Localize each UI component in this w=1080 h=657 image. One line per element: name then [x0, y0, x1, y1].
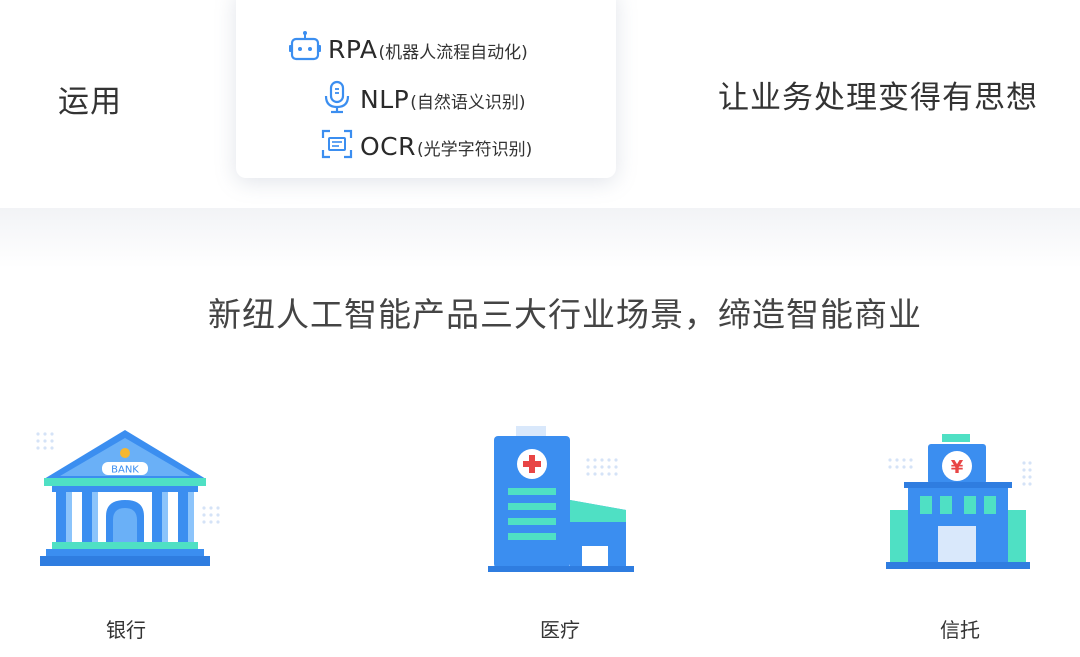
- section-headline: 新纽人工智能产品三大行业场景，缔造智能商业: [208, 295, 922, 334]
- robot-icon: [289, 31, 321, 61]
- industry-trust[interactable]: ¥: [880, 428, 1040, 573]
- trust-sign: ¥: [951, 457, 964, 478]
- industry-label-hospital: 医疗: [540, 618, 580, 642]
- microphone-icon: [324, 80, 350, 114]
- tech-code: OCR: [360, 132, 417, 161]
- tech-code: RPA: [328, 35, 378, 64]
- tech-code: NLP: [360, 85, 410, 114]
- bank-sign: BANK: [111, 465, 139, 476]
- industry-bank[interactable]: BANK: [32, 424, 227, 574]
- industry-label-trust: 信托: [940, 618, 980, 642]
- tech-desc: (自然语义识别): [410, 93, 526, 113]
- section-divider: [0, 208, 1080, 268]
- intro-section: 运用 RPA (机器人流程自动化) NLP (自然语义识别) OCR (光学字符…: [0, 0, 1080, 208]
- tech-item-nlp: NLP (自然语义识别): [320, 80, 525, 114]
- tech-item-ocr: OCR (光学字符识别): [320, 127, 532, 161]
- intro-left-text: 运用: [58, 84, 122, 120]
- bank-icon: BANK: [36, 430, 220, 566]
- hospital-icon: [488, 426, 634, 572]
- intro-right-text: 让业务处理变得有思想: [718, 80, 1038, 116]
- industry-hospital[interactable]: [480, 424, 650, 574]
- industry-label-bank: 银行: [106, 618, 146, 642]
- trust-icon: ¥: [886, 434, 1032, 569]
- tech-item-rpa: RPA (机器人流程自动化): [288, 30, 528, 64]
- tech-desc: (光学字符识别): [417, 140, 533, 160]
- scan-icon: [321, 129, 353, 159]
- tech-desc: (机器人流程自动化): [378, 43, 528, 63]
